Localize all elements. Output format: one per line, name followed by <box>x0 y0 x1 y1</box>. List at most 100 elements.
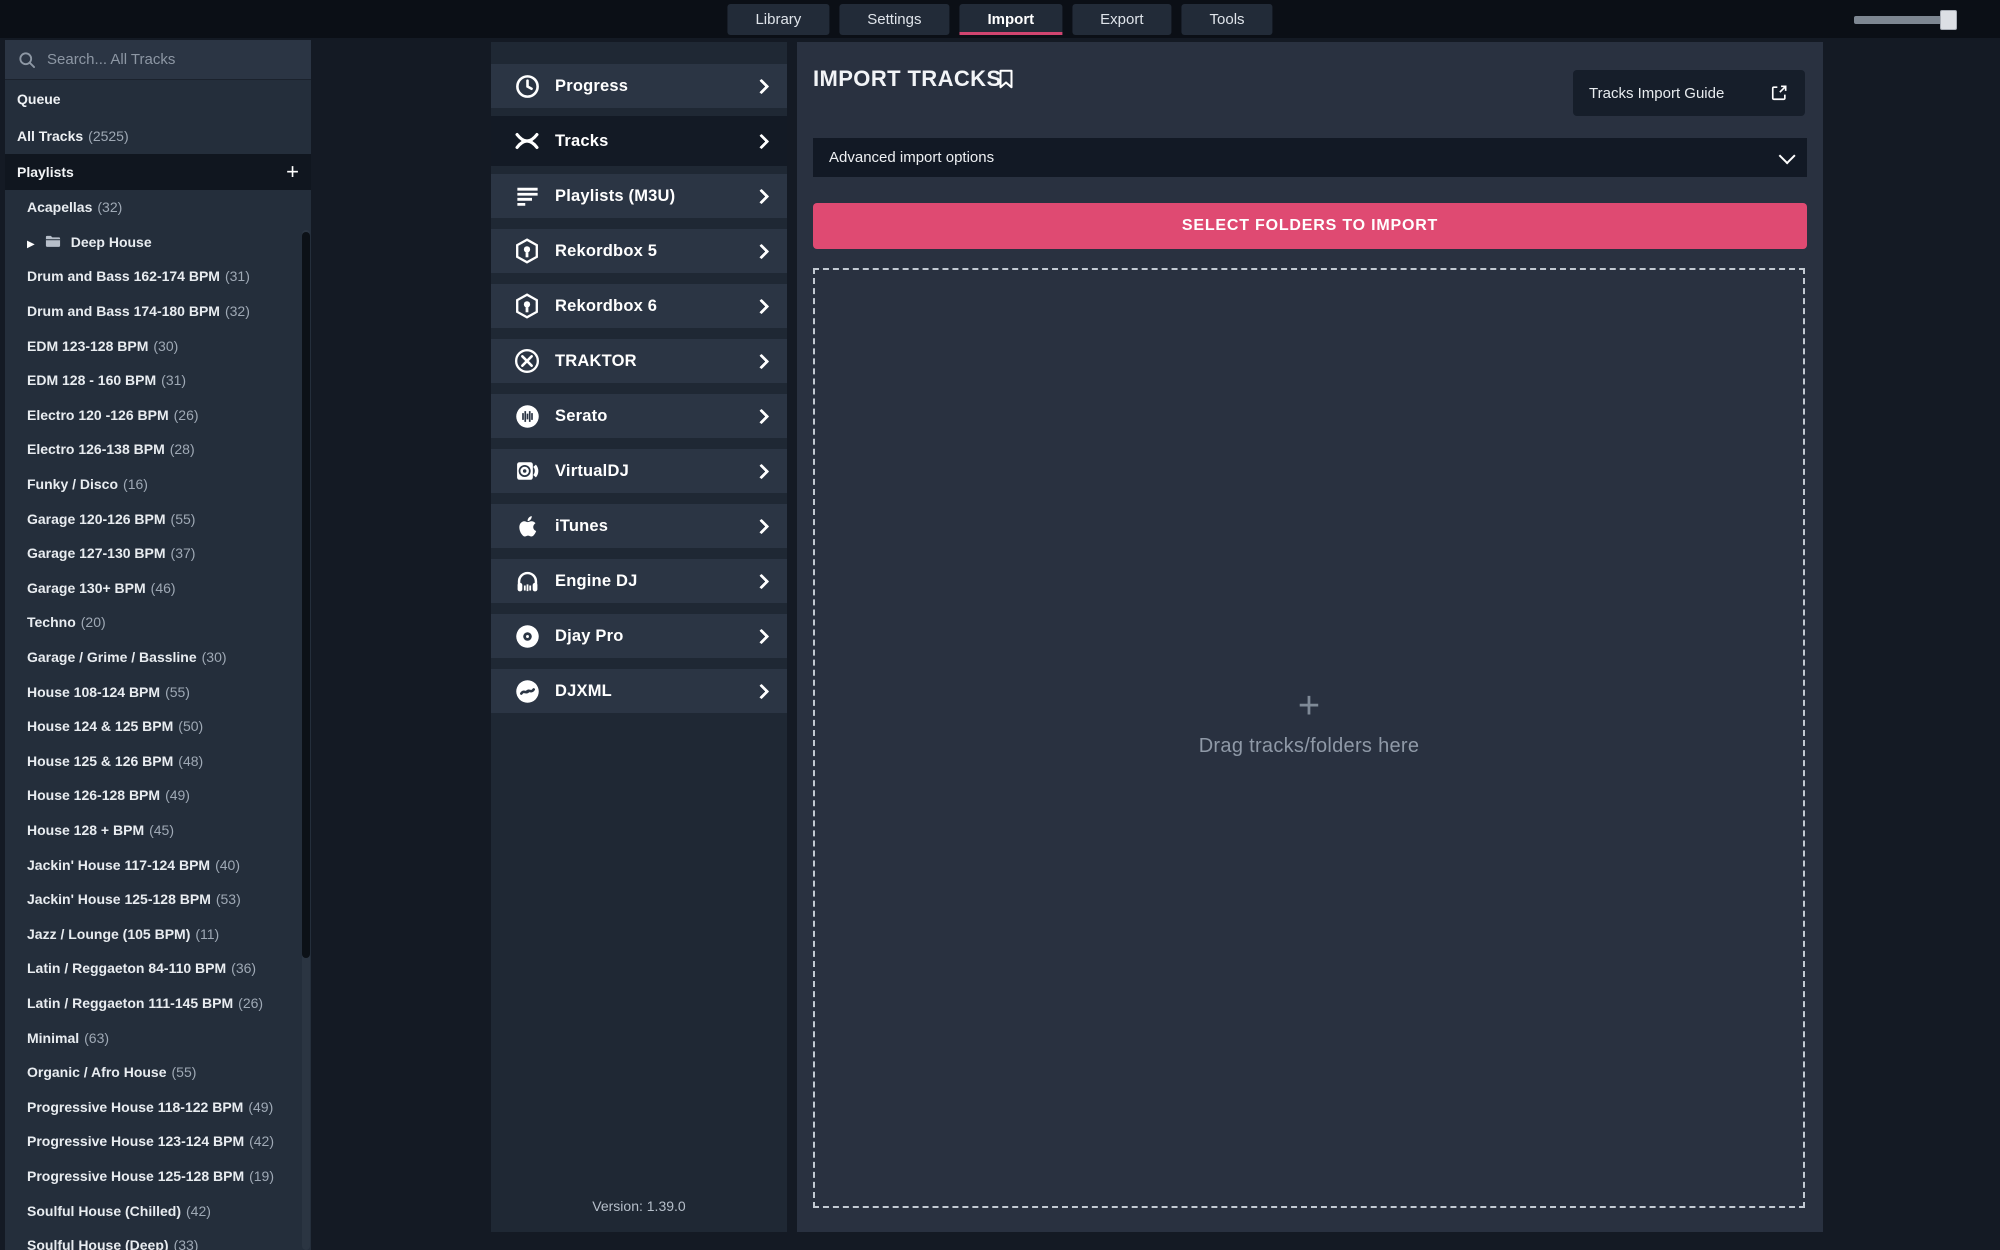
source-label: VirtualDJ <box>555 461 629 480</box>
playlist-item[interactable]: House 128 + BPM (45) <box>5 813 311 848</box>
nav-tab[interactable]: Library <box>727 4 830 35</box>
playlist-item[interactable]: Garage / Grime / Bassline (30) <box>5 640 311 675</box>
playlist-item[interactable]: House 124 & 125 BPM (50) <box>5 709 311 744</box>
playlist-count: (46) <box>150 579 176 596</box>
import-tracks-panel: IMPORT TRACKS Tracks Import Guide Advanc… <box>797 42 1823 1232</box>
playlist-item[interactable]: Acapellas (32) <box>5 190 311 225</box>
playlist-count: (30) <box>201 649 227 666</box>
playlist-count: (49) <box>248 1098 274 1115</box>
bookmark-icon[interactable] <box>995 66 1017 97</box>
playlist-count: (16) <box>123 476 148 493</box>
guide-button-label: Tracks Import Guide <box>1589 84 1725 102</box>
plus-icon: + <box>1297 684 1321 727</box>
source-label: Playlists (M3U) <box>555 186 676 205</box>
select-folders-button[interactable]: SELECT FOLDERS TO IMPORT <box>813 203 1807 249</box>
chevron-right-icon <box>753 683 770 699</box>
version-label: Version: 1.39.0 <box>592 1198 686 1214</box>
lexicon-tracks-icon <box>513 127 541 155</box>
source-label: Rekordbox 6 <box>555 296 658 315</box>
topbar: Library Settings Import Export Tools <box>0 0 2000 38</box>
playlist-item[interactable]: Electro 120 -126 BPM (26) <box>5 398 311 433</box>
playlist-count: (31) <box>224 268 250 285</box>
playlist-item[interactable]: Progressive House 123-124 BPM (42) <box>5 1124 311 1159</box>
chevron-right-icon <box>753 353 770 369</box>
import-source-item[interactable]: VirtualDJ <box>491 449 787 493</box>
nav-tab[interactable]: Tools <box>1181 4 1273 35</box>
playlist-item[interactable]: Soulful House (Deep) (33) <box>5 1228 311 1250</box>
slider-thumb[interactable] <box>1940 10 1957 30</box>
nav-tab[interactable]: Export <box>1072 4 1172 35</box>
import-source-item[interactable]: Playlists (M3U) <box>491 174 787 218</box>
add-playlist-button[interactable] <box>286 161 299 183</box>
playlist-item[interactable]: Organic / Afro House (55) <box>5 1055 311 1090</box>
source-label: Progress <box>555 76 629 95</box>
playlist-count: (40) <box>215 856 240 873</box>
import-source-item[interactable]: Rekordbox 5 <box>491 229 787 273</box>
source-label: Djay Pro <box>555 626 624 645</box>
playlist-item[interactable]: Garage 130+ BPM (46) <box>5 571 311 606</box>
playlist-list: Acapellas (32) Deep House Drum and Bass … <box>5 190 311 1250</box>
playlist-item[interactable]: Drum and Bass 162-174 BPM (31) <box>5 259 311 294</box>
import-source-item[interactable]: Engine DJ <box>491 559 787 603</box>
folder-icon <box>43 233 63 250</box>
playlist-item[interactable]: House 125 & 126 BPM (48) <box>5 744 311 779</box>
playlist-count: (19) <box>249 1167 275 1184</box>
playlist-count: (55) <box>171 1064 197 1081</box>
chevron-right-icon <box>753 628 770 644</box>
sidebar-item[interactable]: Queue <box>5 80 311 117</box>
virtualdj-icon <box>513 457 541 485</box>
search-bar[interactable] <box>5 40 311 80</box>
sidebar-item[interactable]: All Tracks (2525) <box>5 117 311 154</box>
import-source-item[interactable]: Serato <box>491 394 787 438</box>
playlist-item[interactable]: Progressive House 125-128 BPM (19) <box>5 1159 311 1194</box>
expand-caret-icon[interactable] <box>27 234 35 250</box>
nav-tab[interactable]: Import <box>959 4 1063 35</box>
playlist-item[interactable]: Electro 126-138 BPM (28) <box>5 432 311 467</box>
playlist-lines-icon <box>513 182 541 210</box>
tracks-import-guide-button[interactable]: Tracks Import Guide <box>1573 70 1805 116</box>
playlist-item[interactable]: Jazz / Lounge (105 BPM) (11) <box>5 916 311 951</box>
import-source-item[interactable]: DJXML <box>491 669 787 713</box>
playlist-item[interactable]: Latin / Reggaeton 111-145 BPM (26) <box>5 986 311 1021</box>
import-source-item[interactable]: Tracks <box>491 116 787 166</box>
import-source-item[interactable]: Rekordbox 6 <box>491 284 787 328</box>
scrollbar-thumb[interactable] <box>302 232 310 958</box>
playlists-header[interactable]: Playlists <box>5 154 311 190</box>
playlist-item[interactable]: Funky / Disco (16) <box>5 467 311 502</box>
playlist-item[interactable]: EDM 128 - 160 BPM (31) <box>5 363 311 398</box>
playlist-item[interactable]: House 108-124 BPM (55) <box>5 674 311 709</box>
playlist-item[interactable]: Soulful House (Chilled) (42) <box>5 1193 311 1228</box>
playlist-count: (32) <box>224 303 250 320</box>
playlist-item[interactable]: Jackin' House 125-128 BPM (53) <box>5 882 311 917</box>
nav-tab[interactable]: Settings <box>839 4 950 35</box>
playlist-scrollbar[interactable] <box>302 230 310 1250</box>
playlist-item[interactable]: Techno (20) <box>5 605 311 640</box>
playlist-count: (26) <box>238 994 264 1011</box>
advanced-import-options[interactable]: Advanced import options <box>813 138 1807 177</box>
search-input[interactable] <box>47 51 299 68</box>
panel-header: IMPORT TRACKS Tracks Import Guide <box>797 42 1823 138</box>
playlist-item[interactable]: Garage 120-126 BPM (55) <box>5 501 311 536</box>
import-source-item[interactable]: Progress <box>491 64 787 108</box>
sidebar: Queue All Tracks (2525) Playlists Acapel… <box>5 40 311 1250</box>
import-source-item[interactable]: TRAKTOR <box>491 339 787 383</box>
playlist-item[interactable]: Progressive House 118-122 BPM (49) <box>5 1089 311 1124</box>
playlist-item[interactable]: Minimal (63) <box>5 1020 311 1055</box>
source-label: Rekordbox 5 <box>555 241 658 260</box>
playlist-count: (45) <box>149 821 175 838</box>
import-source-item[interactable]: iTunes <box>491 504 787 548</box>
ui-scale-slider[interactable] <box>1854 10 1972 30</box>
playlist-item[interactable]: Latin / Reggaeton 84-110 BPM (36) <box>5 951 311 986</box>
playlist-item[interactable]: EDM 123-128 BPM (30) <box>5 328 311 363</box>
apple-icon <box>513 512 541 540</box>
playlist-count: (31) <box>161 372 187 389</box>
playlist-item[interactable]: Garage 127-130 BPM (37) <box>5 536 311 571</box>
playlist-item[interactable]: Deep House <box>5 225 311 260</box>
playlist-count: (50) <box>178 718 204 735</box>
playlist-item[interactable]: House 126-128 BPM (49) <box>5 778 311 813</box>
dropzone[interactable]: + Drag tracks/folders here <box>813 268 1805 1208</box>
import-source-item[interactable]: Djay Pro <box>491 614 787 658</box>
main-nav: Library Settings Import Export Tools <box>727 4 1273 35</box>
playlist-item[interactable]: Jackin' House 117-124 BPM (40) <box>5 847 311 882</box>
playlist-item[interactable]: Drum and Bass 174-180 BPM (32) <box>5 294 311 329</box>
